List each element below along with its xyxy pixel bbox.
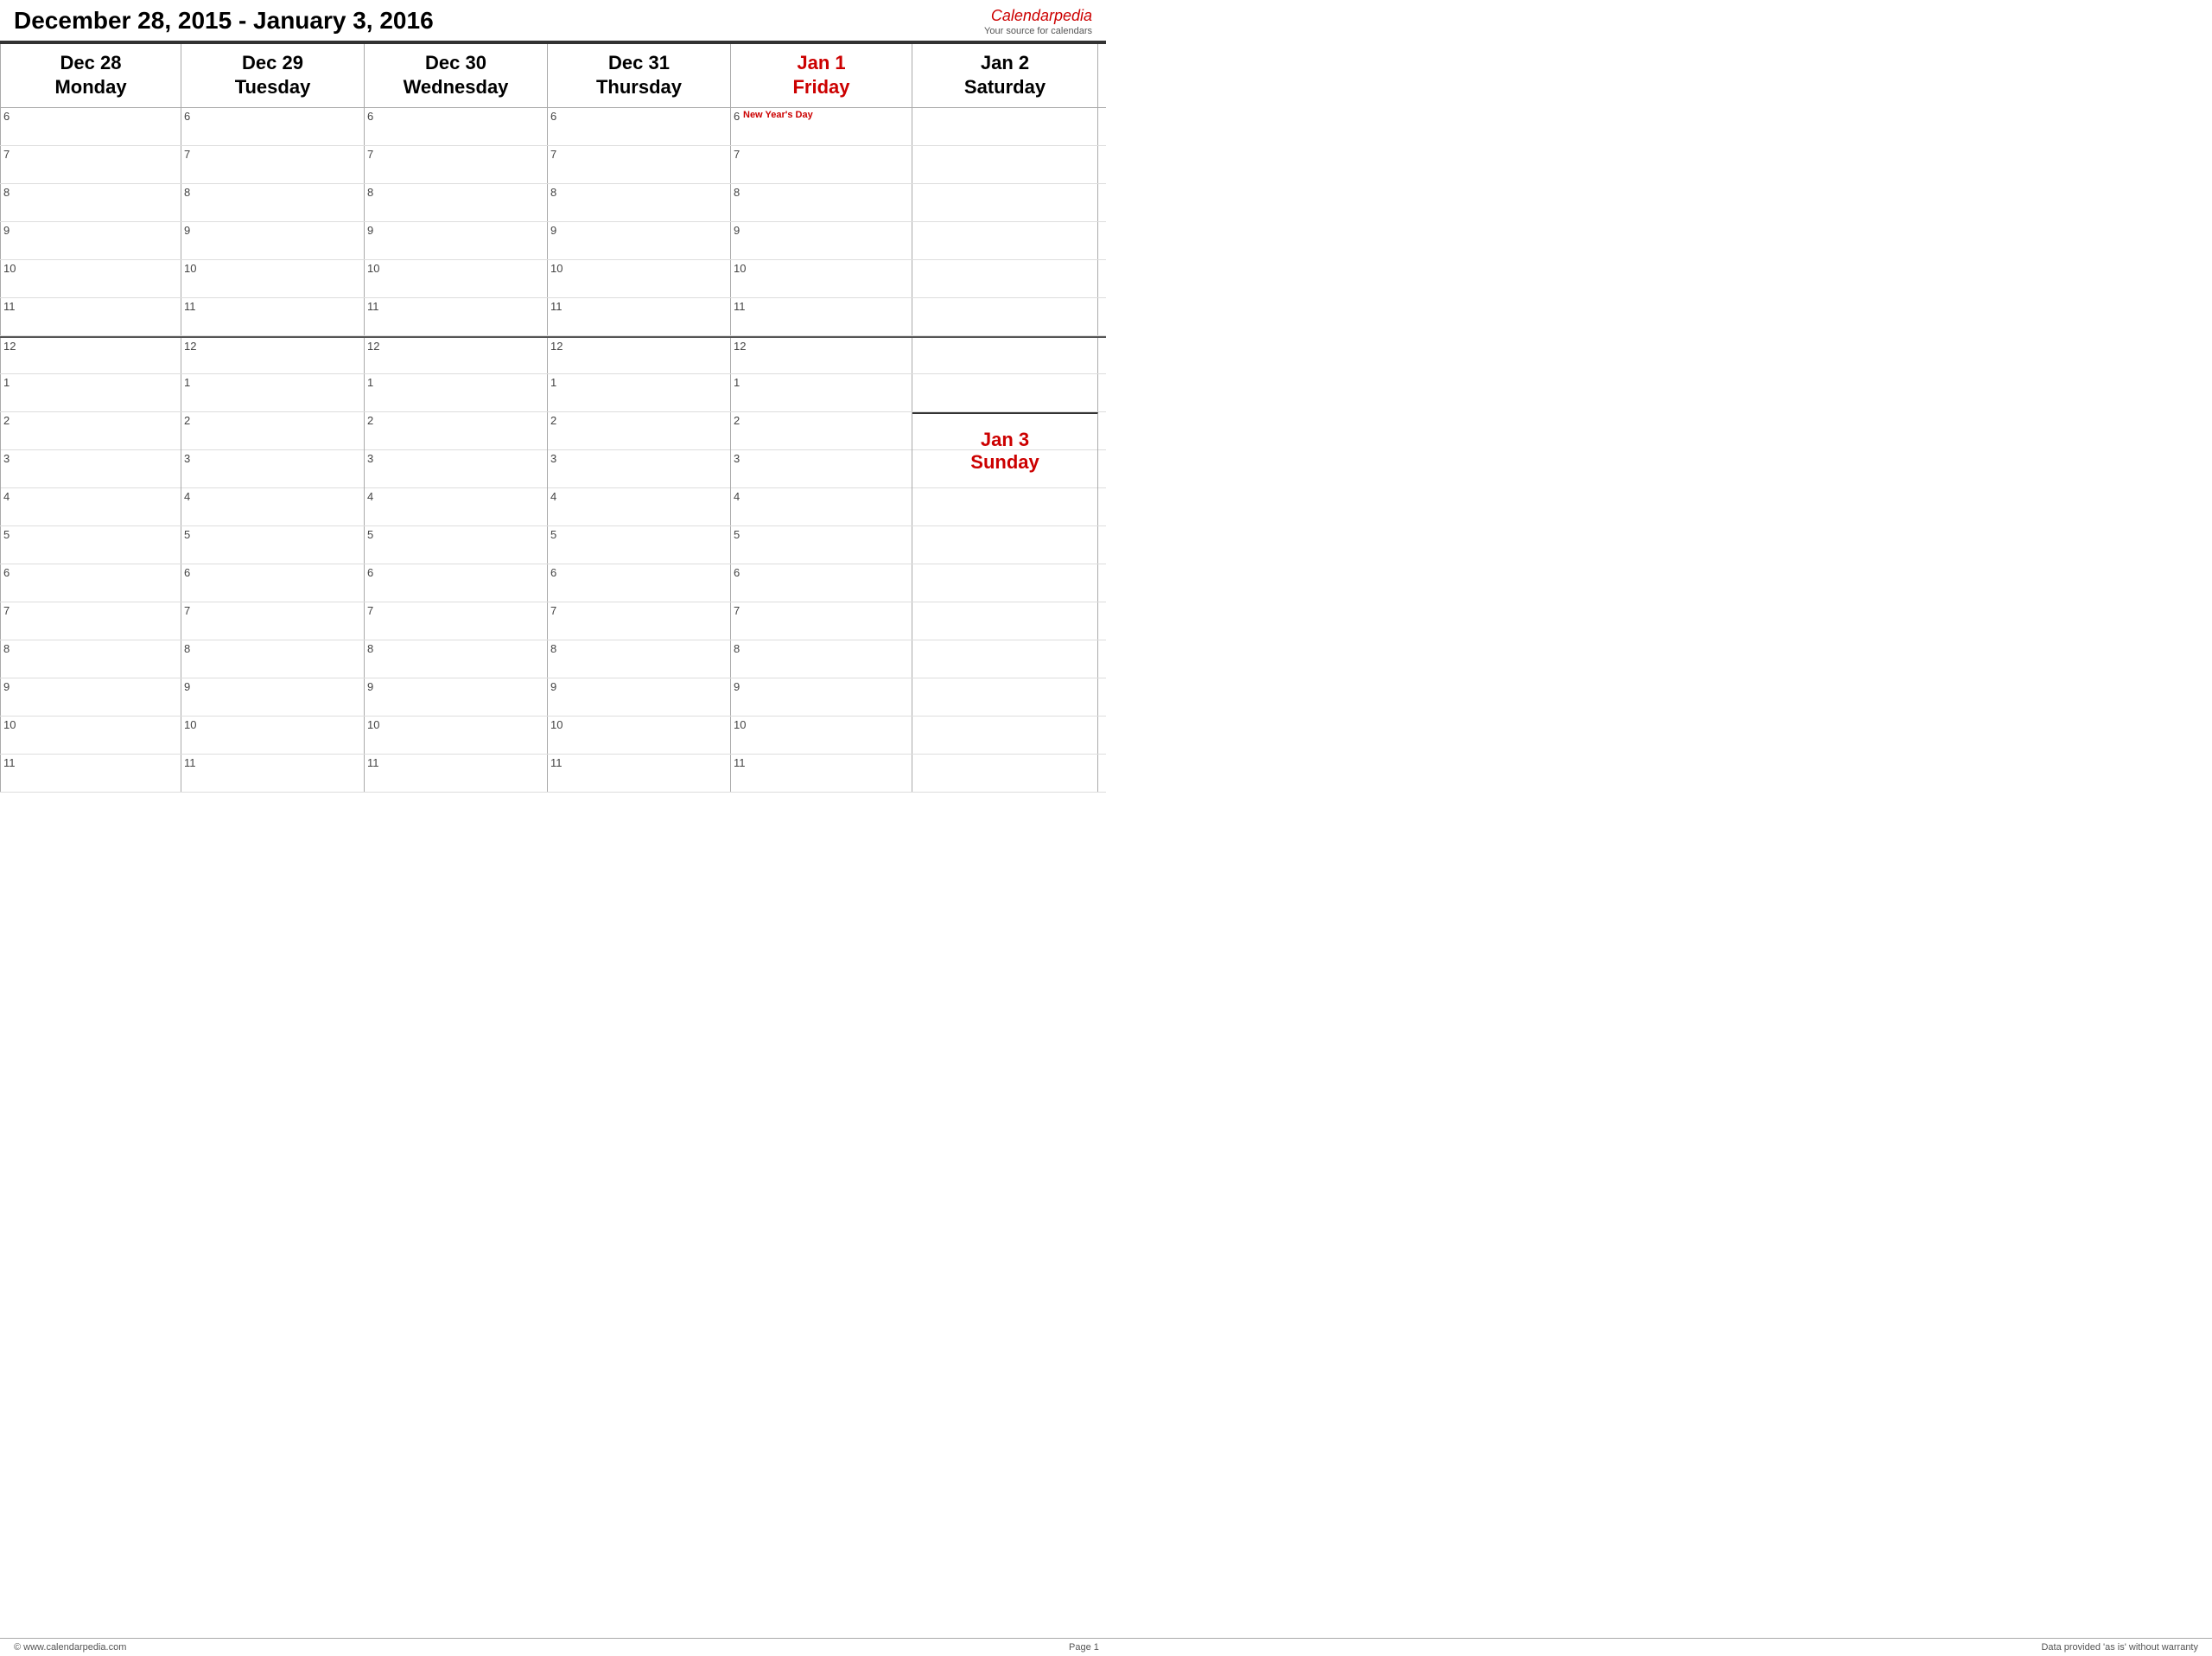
day-header-dec28: Dec 28Monday: [0, 44, 181, 107]
time-row-12: 66666: [0, 564, 1106, 602]
time-row-15: 99999: [0, 678, 1106, 717]
jan3-header: Jan 3Sunday: [912, 412, 1098, 488]
time-row-11: 55555: [0, 526, 1106, 564]
day-header-dec30: Dec 30Wednesday: [365, 44, 548, 107]
footer-website: © www.calendarpedia.com: [14, 1642, 126, 1653]
footer-page: Page 1: [1069, 1642, 1099, 1653]
page-wrapper: December 28, 2015 - January 3, 2016 Cale…: [0, 0, 1106, 793]
page-header: December 28, 2015 - January 3, 2016 Cale…: [0, 0, 1106, 42]
time-row-8: 22222Jan 3Sunday: [0, 412, 1106, 450]
holiday-text-new-years: New Year's Day: [743, 110, 813, 120]
time-row-16: 1010101010: [0, 717, 1106, 755]
brand-tagline: Your source for calendars: [984, 26, 1092, 37]
time-row-14: 88888: [0, 640, 1106, 678]
time-row-6: 1212121212: [0, 336, 1106, 374]
time-row-1: 77777: [0, 146, 1106, 184]
time-row-13: 77777: [0, 602, 1106, 640]
time-row-3: 99999: [0, 222, 1106, 260]
day-header-jan1: Jan 1Friday: [731, 44, 912, 107]
time-row-10: 44444: [0, 488, 1106, 526]
time-row-17: 1111111111: [0, 755, 1106, 793]
day-header-jan2: Jan 2Saturday: [912, 44, 1098, 107]
page-title: December 28, 2015 - January 3, 2016: [14, 7, 434, 35]
day-header-dec29: Dec 29Tuesday: [181, 44, 365, 107]
time-row-2: 88888: [0, 184, 1106, 222]
time-row-4: 1010101010: [0, 260, 1106, 298]
page-footer: © www.calendarpedia.com Page 1 Data prov…: [0, 1638, 2212, 1656]
time-row-7: 11111: [0, 374, 1106, 412]
day-header-dec31: Dec 31Thursday: [548, 44, 731, 107]
brand-name: Calendarpedia: [984, 7, 1092, 26]
time-row-5: 1111111111: [0, 298, 1106, 336]
day-headers: Dec 28Monday Dec 29Tuesday Dec 30Wednesd…: [0, 42, 1106, 108]
footer-data-notice: Data provided 'as is' without warranty: [2041, 1642, 2198, 1653]
time-row-0: 66666New Year's Day: [0, 108, 1106, 146]
title-text: December 28, 2015 - January 3, 2016: [14, 7, 434, 34]
brand-logo: Calendarpedia Your source for calendars: [984, 7, 1092, 37]
time-grid: 66666New Year's Day777778888899999101010…: [0, 108, 1106, 793]
